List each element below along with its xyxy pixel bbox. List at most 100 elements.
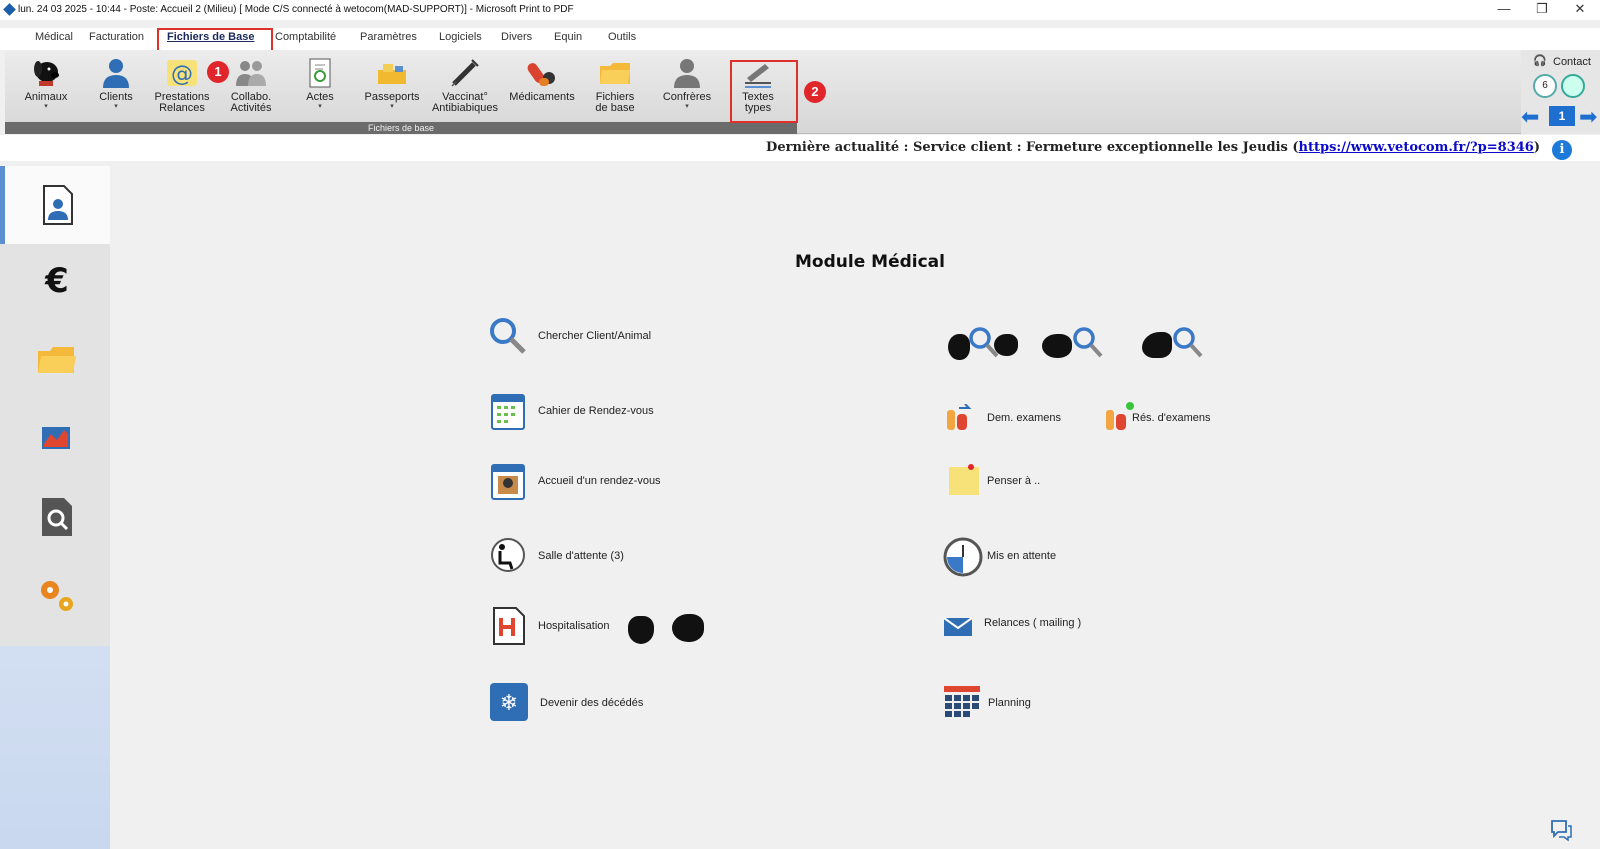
tab-divers[interactable]: Divers bbox=[501, 31, 532, 43]
sidebar-item-comptabilite[interactable] bbox=[36, 418, 78, 460]
pills-icon bbox=[525, 56, 559, 90]
actes-label: Actes bbox=[306, 91, 334, 103]
mail-icon bbox=[943, 617, 973, 636]
search-cat-dog-button[interactable] bbox=[948, 326, 1018, 366]
ribbon: Animaux ▾ Clients ▾ @ Prestations Relanc… bbox=[5, 50, 1600, 134]
tab-comptabilite[interactable]: Comptabilité bbox=[275, 31, 336, 43]
tab-outils[interactable]: Outils bbox=[608, 31, 636, 43]
relances-label: Relances bbox=[159, 102, 205, 114]
entry-label: Accueil d'un rendez-vous bbox=[538, 475, 661, 487]
horse-icon bbox=[1142, 332, 1172, 358]
search-cow-button[interactable] bbox=[1042, 326, 1112, 366]
ribbon-group: Animaux ▾ Clients ▾ @ Prestations Relanc… bbox=[5, 50, 797, 134]
news-bar: Dernière actualité : Service client : Fe… bbox=[0, 135, 1600, 161]
cat-icon[interactable] bbox=[628, 616, 654, 644]
waiting-room-icon bbox=[491, 538, 525, 572]
news-link[interactable]: https://www.vetocom.fr/?p=8346 bbox=[1299, 140, 1534, 155]
snowflake-icon: ❄ bbox=[490, 683, 528, 721]
ribbon-group-label: Fichiers de base bbox=[5, 122, 797, 134]
clients-label: Clients bbox=[99, 91, 133, 103]
news-text: Dernière actualité : Service client : Fe… bbox=[766, 140, 1540, 155]
headset-icon: 🎧 bbox=[1533, 55, 1547, 67]
medicaments-button[interactable]: Médicaments bbox=[505, 56, 579, 118]
window-titlebar: lun. 24 03 2025 - 10:44 - Poste: Accueil… bbox=[0, 0, 1600, 20]
help-chat-icon[interactable] bbox=[1549, 818, 1573, 842]
sidebar-item-parametres[interactable] bbox=[36, 574, 78, 616]
tab-parametres[interactable]: Paramètres bbox=[360, 31, 417, 43]
svg-text:❄: ❄ bbox=[500, 691, 518, 716]
tab-facturation[interactable]: Facturation bbox=[89, 31, 144, 43]
document-search-icon bbox=[42, 498, 72, 536]
window-title: lun. 24 03 2025 - 10:44 - Poste: Accueil… bbox=[18, 4, 574, 15]
arrow-left-icon[interactable]: ⬅ bbox=[1521, 106, 1539, 128]
activites-label: Activités bbox=[230, 102, 272, 114]
search-horse-button[interactable] bbox=[1142, 326, 1212, 366]
gears-icon bbox=[41, 581, 73, 611]
exam-request-icon bbox=[947, 404, 972, 430]
entry-label: Devenir des décédés bbox=[540, 697, 644, 709]
contact-label[interactable]: Contact bbox=[1553, 56, 1591, 68]
hospital-icon bbox=[493, 607, 525, 645]
cow-icon bbox=[1042, 334, 1072, 358]
page-number: 1 bbox=[1549, 106, 1575, 126]
close-button[interactable]: ✕ bbox=[1562, 0, 1598, 20]
support-avatar-icon[interactable] bbox=[1561, 74, 1585, 98]
sidebar-item-recherche[interactable] bbox=[36, 496, 78, 538]
tab-medical[interactable]: Médical bbox=[35, 31, 73, 43]
arrow-right-icon[interactable]: ➡ bbox=[1579, 106, 1597, 128]
annotation-box-2 bbox=[730, 60, 798, 123]
animaux-button[interactable]: Animaux ▾ bbox=[15, 56, 77, 118]
entry-label: Chercher Client/Animal bbox=[538, 330, 652, 342]
syringe-icon bbox=[448, 56, 482, 90]
entry-label: Salle d'attente (3) bbox=[538, 550, 624, 562]
confreres-label: Confrères bbox=[662, 91, 712, 103]
de-base-label: de base bbox=[595, 102, 635, 114]
annotation-badge-2: 2 bbox=[804, 81, 826, 103]
sidebar-item-fichiers[interactable] bbox=[36, 339, 78, 381]
clock-icon bbox=[943, 537, 983, 577]
tab-equin[interactable]: Equin bbox=[554, 31, 582, 43]
cat-icon bbox=[948, 334, 970, 360]
info-icon[interactable]: i bbox=[1552, 140, 1572, 160]
actes-button[interactable]: Actes ▾ bbox=[290, 56, 350, 118]
at-sign-icon: @ bbox=[165, 56, 199, 90]
svg-text:@: @ bbox=[171, 62, 193, 87]
dog-icon bbox=[994, 334, 1018, 356]
vaccinations-button[interactable]: Vaccinat° Antibiabiques bbox=[430, 56, 500, 118]
search-icon bbox=[1073, 327, 1103, 358]
sticky-note-icon bbox=[949, 464, 979, 495]
exam-result-icon bbox=[1106, 402, 1134, 430]
annotation-box-1 bbox=[157, 28, 273, 52]
minimize-button[interactable]: — bbox=[1486, 0, 1522, 20]
annotation-badge-1: 1 bbox=[207, 61, 229, 83]
contact-count-badge[interactable]: 6 bbox=[1533, 74, 1557, 98]
collabo-activites-button[interactable]: Collabo. Activités bbox=[218, 56, 284, 118]
dropdown-caret-icon: ▾ bbox=[318, 103, 322, 110]
confreres-button[interactable]: Confrères ▾ bbox=[655, 56, 719, 118]
clients-button[interactable]: Clients ▾ bbox=[85, 56, 147, 118]
calendar-icon bbox=[491, 394, 525, 430]
entry-label: Dem. examens bbox=[987, 412, 1061, 424]
entry-label: Relances ( mailing ) bbox=[984, 617, 1082, 629]
sidebar-item-medical[interactable] bbox=[36, 184, 78, 226]
dog-icon bbox=[29, 56, 63, 90]
chart-icon bbox=[42, 427, 70, 449]
search-icon bbox=[490, 318, 526, 354]
prestations-relances-button[interactable]: @ Prestations Relances bbox=[148, 56, 216, 118]
dog-icon[interactable] bbox=[672, 614, 704, 642]
medicaments-label: Médicaments bbox=[509, 91, 575, 103]
sidebar-item-facturation[interactable]: € bbox=[36, 259, 78, 301]
dropdown-caret-icon: ▾ bbox=[685, 103, 689, 110]
page-title: Module Médical bbox=[795, 252, 945, 272]
tab-logiciels[interactable]: Logiciels bbox=[439, 31, 482, 43]
entry-label: Mis en attente bbox=[987, 550, 1057, 562]
entry-label: Rés. d'examens bbox=[1132, 412, 1211, 424]
passeports-button[interactable]: Passeports ▾ bbox=[355, 56, 429, 118]
news-headline: Dernière actualité : Service client : Fe… bbox=[766, 140, 1299, 155]
fichiers-de-base-button[interactable]: Fichiers de base bbox=[583, 56, 647, 118]
svg-text:€: € bbox=[44, 261, 69, 301]
search-icon bbox=[1173, 327, 1203, 358]
restore-button[interactable]: ❐ bbox=[1524, 0, 1560, 20]
person-icon bbox=[670, 56, 704, 90]
planning-icon bbox=[944, 686, 980, 717]
